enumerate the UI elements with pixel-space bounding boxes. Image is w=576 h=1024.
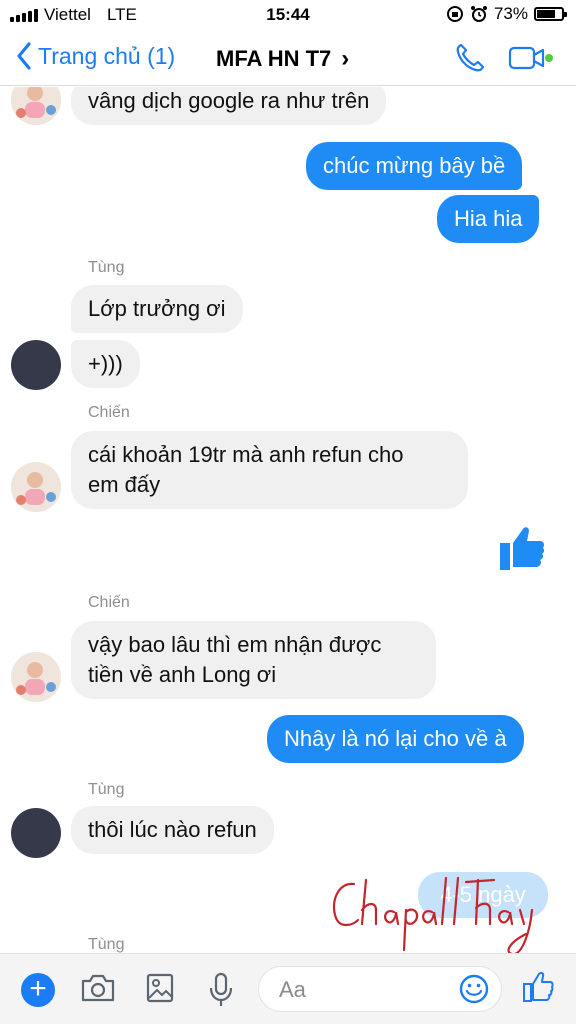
- message-line: vậy bao lâu thì em nhận được: [88, 632, 382, 657]
- battery-percent: 73%: [493, 4, 528, 23]
- thumbs-up-icon[interactable]: [522, 970, 554, 1004]
- online-status-dot: [545, 54, 553, 62]
- signature-watermark: [332, 876, 534, 956]
- sender-name: Tùng: [88, 936, 125, 953]
- avatar[interactable]: [11, 462, 61, 512]
- message-bubble[interactable]: Lớp trưởng ơi: [71, 285, 243, 333]
- status-bar: Viettel LTE 15:44 73%: [0, 0, 576, 30]
- message-bubble[interactable]: cái khoản 19tr mà anh refun cho em đấy: [71, 431, 468, 509]
- plus-icon[interactable]: +: [21, 973, 55, 1007]
- message-line: cái khoản 19tr mà anh refun cho: [88, 442, 404, 467]
- microphone-icon[interactable]: [208, 972, 234, 1008]
- message-line: em đấy: [88, 472, 161, 497]
- thumbs-up-icon[interactable]: [497, 523, 547, 573]
- composer-bar: + Aa: [0, 953, 576, 1024]
- message-bubble[interactable]: vậy bao lâu thì em nhận được tiền về anh…: [71, 621, 436, 699]
- status-right: 73%: [446, 4, 567, 24]
- avatar[interactable]: [11, 808, 61, 858]
- message-line: tiền về anh Long ơi: [88, 662, 277, 687]
- sender-name: Tùng: [88, 259, 125, 276]
- conversation-header: Trang chủ (1) MFA HN T7 ›: [0, 30, 576, 86]
- sender-name: Chiến: [88, 404, 130, 421]
- message-bubble[interactable]: Nhây là nó lại cho về à: [267, 715, 524, 763]
- chevron-left-icon: [17, 42, 31, 70]
- back-label: Trang chủ (1): [38, 42, 176, 69]
- conversation-title[interactable]: MFA HN T7 ›: [216, 45, 349, 73]
- avatar[interactable]: [11, 652, 61, 702]
- message-list[interactable]: vâng dịch google ra như trên chúc mừng b…: [0, 87, 576, 953]
- message-bubble[interactable]: +))): [71, 340, 140, 388]
- avatar[interactable]: [11, 340, 61, 390]
- message-bubble[interactable]: Hia hia: [437, 195, 540, 243]
- back-button[interactable]: Trang chủ (1): [16, 42, 175, 70]
- alarm-icon: [470, 6, 487, 22]
- battery-icon: [534, 7, 567, 21]
- sender-name: Chiến: [88, 594, 130, 611]
- orientation-lock-icon: [446, 6, 463, 22]
- phone-icon[interactable]: [454, 42, 486, 74]
- image-icon[interactable]: [145, 972, 175, 1004]
- emoji-icon[interactable]: [458, 973, 490, 1005]
- title-chevron-icon: ›: [341, 45, 350, 72]
- message-input-placeholder: Aa: [279, 977, 306, 1002]
- conversation-title-text: MFA HN T7: [216, 46, 332, 71]
- camera-icon[interactable]: [80, 972, 116, 1004]
- avatar[interactable]: [11, 87, 61, 125]
- message-bubble[interactable]: vâng dịch google ra như trên: [71, 87, 387, 125]
- video-camera-icon[interactable]: [508, 45, 546, 71]
- message-bubble[interactable]: chúc mừng bây bề: [306, 142, 523, 190]
- message-bubble[interactable]: thôi lúc nào refun: [71, 806, 274, 854]
- sender-name: Tùng: [88, 781, 125, 798]
